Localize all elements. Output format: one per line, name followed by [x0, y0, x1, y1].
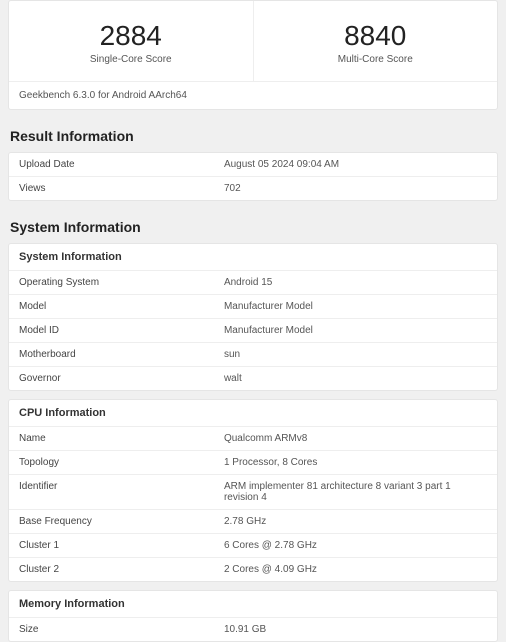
- table-row: Governor walt: [9, 367, 497, 390]
- table-row: Views 702: [9, 177, 497, 200]
- table-row: Operating System Android 15: [9, 271, 497, 295]
- table-row: Topology 1 Processor, 8 Cores: [9, 451, 497, 475]
- table-row: Motherboard sun: [9, 343, 497, 367]
- table-row: Identifier ARM implementer 81 architectu…: [9, 475, 497, 510]
- kv-label: Identifier: [9, 475, 214, 509]
- table-row: Base Frequency 2.78 GHz: [9, 510, 497, 534]
- kv-label: Topology: [9, 451, 214, 474]
- kv-label: Operating System: [9, 271, 214, 294]
- kv-value: 1 Processor, 8 Cores: [214, 451, 497, 474]
- kv-value: Manufacturer Model: [214, 319, 497, 342]
- single-core-cell: 2884 Single-Core Score: [9, 1, 253, 81]
- kv-label: Cluster 1: [9, 534, 214, 557]
- memory-panel-header: Memory Information: [9, 591, 497, 618]
- table-row: Model Manufacturer Model: [9, 295, 497, 319]
- multi-core-value: 8840: [254, 21, 498, 52]
- kv-label: Base Frequency: [9, 510, 214, 533]
- kv-label: Motherboard: [9, 343, 214, 366]
- table-row: Name Qualcomm ARMv8: [9, 427, 497, 451]
- version-text: Geekbench 6.3.0 for Android AArch64: [9, 82, 497, 109]
- kv-value: walt: [214, 367, 497, 390]
- single-core-value: 2884: [9, 21, 253, 52]
- kv-value: Android 15: [214, 271, 497, 294]
- system-panel-header: System Information: [9, 244, 497, 271]
- single-core-label: Single-Core Score: [9, 54, 253, 65]
- kv-value: August 05 2024 09:04 AM: [214, 153, 497, 176]
- memory-panel: Memory Information Size 10.91 GB: [8, 590, 498, 642]
- kv-value: 2 Cores @ 4.09 GHz: [214, 558, 497, 581]
- table-row: Cluster 1 6 Cores @ 2.78 GHz: [9, 534, 497, 558]
- scores-row: 2884 Single-Core Score 8840 Multi-Core S…: [9, 1, 497, 82]
- table-row: Cluster 2 2 Cores @ 4.09 GHz: [9, 558, 497, 581]
- result-info-panel: Upload Date August 05 2024 09:04 AM View…: [8, 152, 498, 201]
- kv-value: sun: [214, 343, 497, 366]
- system-info-title: System Information: [10, 219, 498, 235]
- kv-label: Views: [9, 177, 214, 200]
- kv-value: Qualcomm ARMv8: [214, 427, 497, 450]
- kv-value: 6 Cores @ 2.78 GHz: [214, 534, 497, 557]
- multi-core-cell: 8840 Multi-Core Score: [253, 1, 498, 81]
- system-panel: System Information Operating System Andr…: [8, 243, 498, 391]
- kv-value: 702: [214, 177, 497, 200]
- cpu-panel: CPU Information Name Qualcomm ARMv8 Topo…: [8, 399, 498, 582]
- result-info-title: Result Information: [10, 128, 498, 144]
- scores-card: 2884 Single-Core Score 8840 Multi-Core S…: [8, 0, 498, 110]
- kv-value: ARM implementer 81 architecture 8 varian…: [214, 475, 497, 509]
- cpu-panel-header: CPU Information: [9, 400, 497, 427]
- kv-label: Name: [9, 427, 214, 450]
- kv-label: Governor: [9, 367, 214, 390]
- table-row: Size 10.91 GB: [9, 618, 497, 641]
- kv-value: Manufacturer Model: [214, 295, 497, 318]
- kv-value: 2.78 GHz: [214, 510, 497, 533]
- kv-label: Upload Date: [9, 153, 214, 176]
- kv-label: Model: [9, 295, 214, 318]
- table-row: Model ID Manufacturer Model: [9, 319, 497, 343]
- kv-label: Cluster 2: [9, 558, 214, 581]
- kv-label: Size: [9, 618, 214, 641]
- table-row: Upload Date August 05 2024 09:04 AM: [9, 153, 497, 177]
- multi-core-label: Multi-Core Score: [254, 54, 498, 65]
- kv-label: Model ID: [9, 319, 214, 342]
- kv-value: 10.91 GB: [214, 618, 497, 641]
